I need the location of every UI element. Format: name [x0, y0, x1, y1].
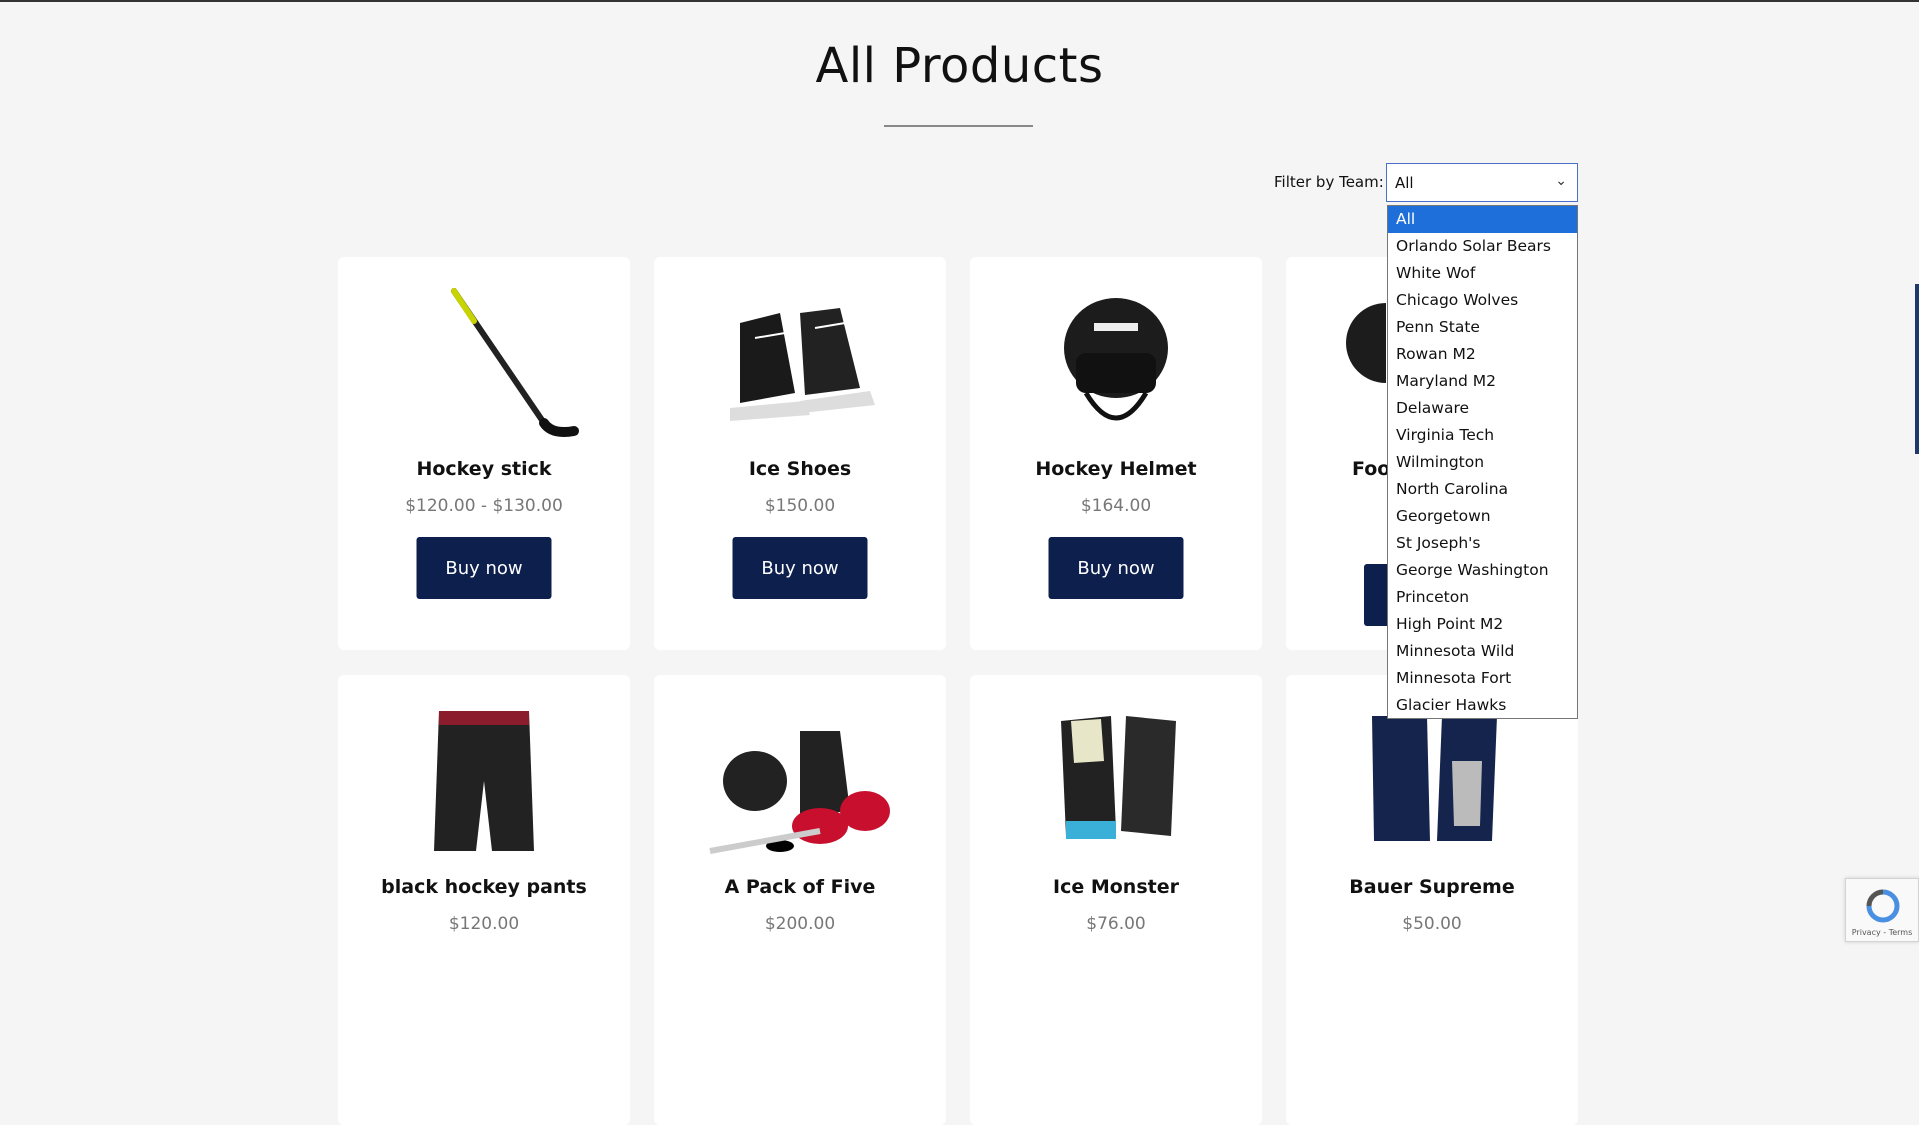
product-name[interactable]: Hockey Helmet — [970, 458, 1262, 480]
filter-option[interactable]: High Point M2 — [1388, 611, 1577, 638]
filter-option[interactable]: North Carolina — [1388, 476, 1577, 503]
hockey-helmet-image[interactable] — [1016, 283, 1216, 443]
filter-option[interactable]: Rowan M2 — [1388, 341, 1577, 368]
filter-option[interactable]: Minnesota Fort — [1388, 665, 1577, 692]
ice-skates-image[interactable] — [700, 283, 900, 443]
product-price: $200.00 — [764, 914, 836, 934]
product-card: Hockey Helmet $164.00 Buy now — [970, 257, 1262, 650]
product-name[interactable]: Ice Shoes — [654, 458, 946, 480]
page-title: All Products — [815, 38, 1104, 94]
product-name[interactable]: Bauer Supreme — [1286, 876, 1578, 898]
product-price: $164.00 — [1080, 496, 1152, 516]
top-border — [0, 0, 1919, 2]
filter-option[interactable]: All — [1388, 206, 1577, 233]
filter-option[interactable]: Maryland M2 — [1388, 368, 1577, 395]
product-card: Hockey stick $120.00 - $130.00 Buy now — [338, 257, 630, 650]
gloves-navy-image[interactable] — [1332, 701, 1532, 861]
chevron-down-icon: ⌄ — [1555, 173, 1567, 189]
filter-option[interactable]: Princeton — [1388, 584, 1577, 611]
filter-option[interactable]: Minnesota Wild — [1388, 638, 1577, 665]
filter-option[interactable]: Glacier Hawks — [1388, 692, 1577, 719]
product-price: $76.00 — [1086, 914, 1146, 934]
buy-now-button[interactable]: Buy now — [416, 537, 552, 599]
filter-option[interactable]: Orlando Solar Bears — [1388, 233, 1577, 260]
filter-option[interactable]: Virginia Tech — [1388, 422, 1577, 449]
buy-now-button[interactable]: Buy now — [732, 537, 868, 599]
scrollbar-thumb[interactable] — [1915, 284, 1919, 454]
filter-option[interactable]: St Joseph's — [1388, 530, 1577, 557]
filter-option[interactable]: Penn State — [1388, 314, 1577, 341]
filter-label: Filter by Team: — [1274, 173, 1384, 191]
product-price: $150.00 — [764, 496, 836, 516]
filter-option[interactable]: George Washington — [1388, 557, 1577, 584]
product-name[interactable]: Ice Monster — [970, 876, 1262, 898]
filter-option[interactable]: Georgetown — [1388, 503, 1577, 530]
hockey-stick-image[interactable] — [384, 283, 584, 443]
filter-option[interactable]: Wilmington — [1388, 449, 1577, 476]
recaptcha-links[interactable]: Privacy - Terms — [1846, 928, 1918, 937]
filter-option[interactable]: White Wof — [1388, 260, 1577, 287]
product-price: $120.00 - $130.00 — [405, 496, 563, 516]
gear-pack-image[interactable] — [700, 701, 900, 861]
product-price: $120.00 — [448, 914, 520, 934]
team-filter-value: All — [1395, 174, 1414, 192]
recaptcha-badge[interactable]: Privacy - Terms — [1845, 878, 1919, 942]
recaptcha-icon — [1866, 889, 1900, 923]
product-card: Ice Shoes $150.00 Buy now — [654, 257, 946, 650]
product-card: Bauer Supreme $50.00 — [1286, 675, 1578, 1125]
helmet-image[interactable] — [1326, 283, 1386, 443]
hockey-pants-image[interactable] — [384, 701, 584, 861]
title-divider — [884, 125, 1033, 127]
product-price: $50.00 — [1402, 914, 1462, 934]
gloves-image[interactable] — [1016, 701, 1216, 861]
product-name[interactable]: Foo — [1352, 458, 1390, 480]
filter-option[interactable]: Delaware — [1388, 395, 1577, 422]
product-card: black hockey pants $120.00 — [338, 675, 630, 1125]
product-name[interactable]: Hockey stick — [338, 458, 630, 480]
team-filter-select[interactable]: All ⌄ — [1386, 163, 1578, 202]
product-name[interactable]: black hockey pants — [338, 876, 630, 898]
buy-now-button[interactable]: Buy now — [1048, 537, 1184, 599]
team-filter-dropdown[interactable]: All Orlando Solar Bears White Wof Chicag… — [1387, 205, 1578, 719]
product-card: A Pack of Five $200.00 — [654, 675, 946, 1125]
filter-option[interactable]: Chicago Wolves — [1388, 287, 1577, 314]
product-name[interactable]: A Pack of Five — [654, 876, 946, 898]
product-card: Ice Monster $76.00 — [970, 675, 1262, 1125]
